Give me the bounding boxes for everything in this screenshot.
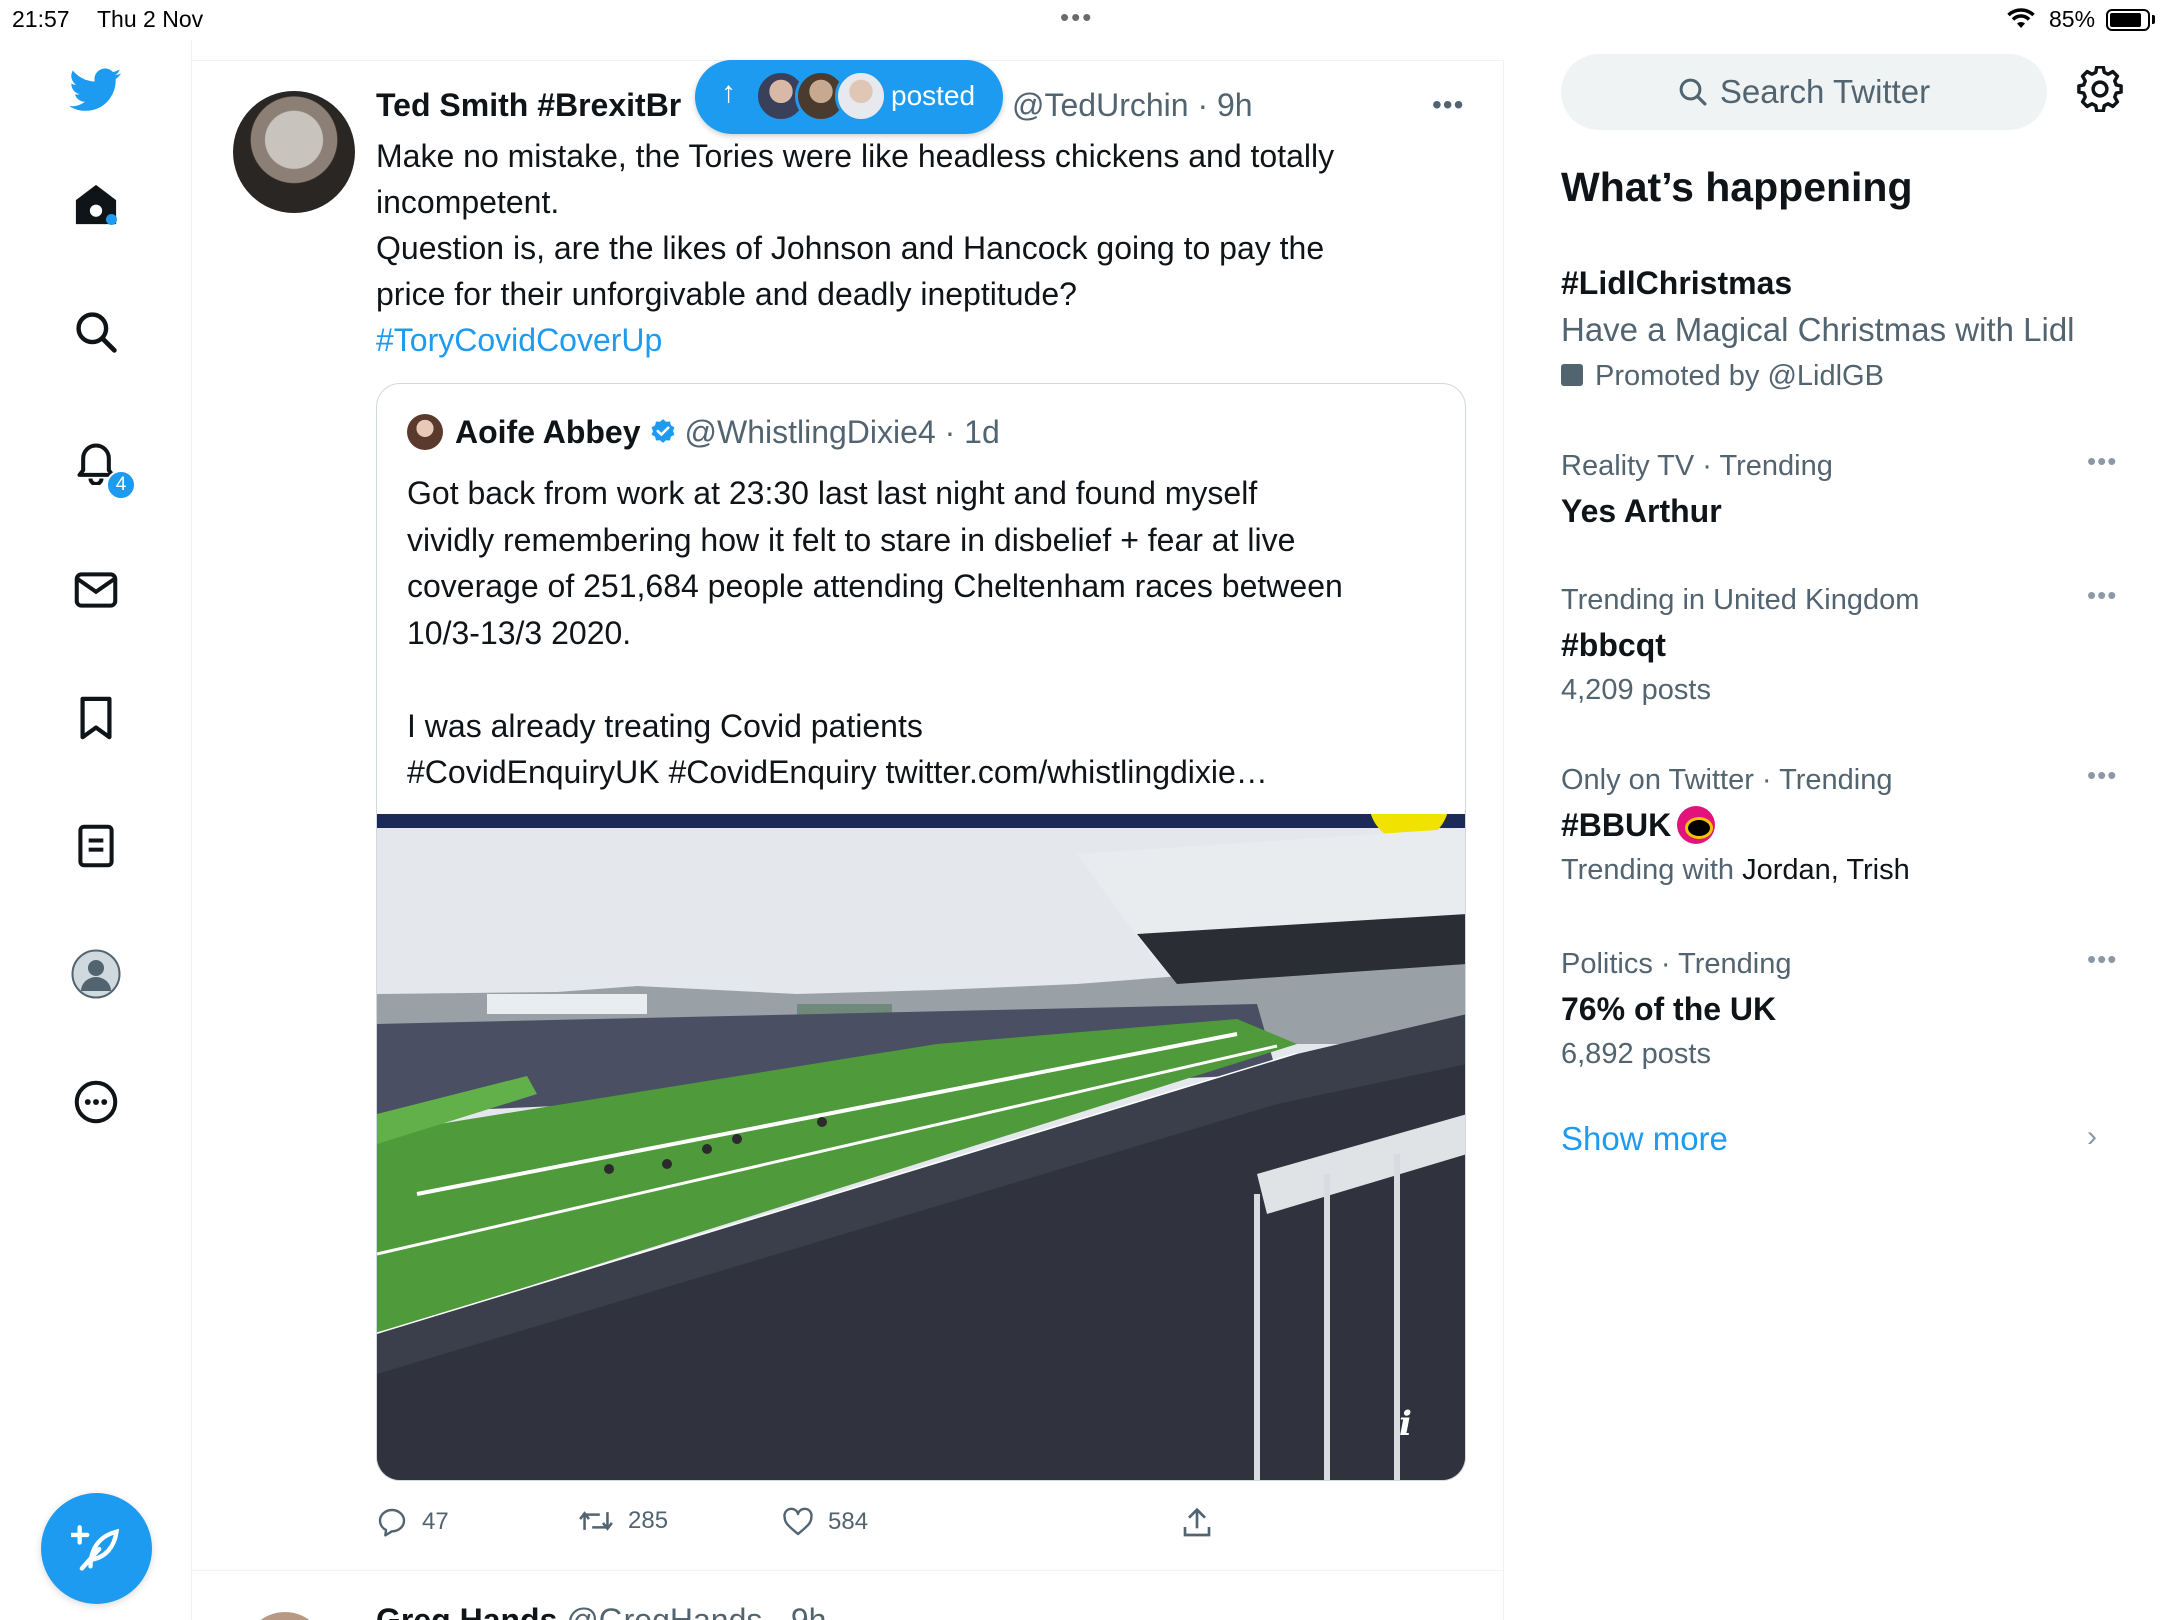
quote-media-image[interactable]: i xyxy=(377,814,1465,1480)
trend-title: 76% of the UK xyxy=(1561,991,1777,1027)
trend-title: #BBUK xyxy=(1561,802,2121,848)
quote-header: Aoife Abbey @WhistlingDixie4 · 1d xyxy=(407,410,1000,454)
chevron-right-icon[interactable]: › xyxy=(2087,1120,2097,1154)
promoted-trend-description: Have a Magical Christmas with Lidl xyxy=(1561,311,2075,348)
compose-tweet-button[interactable] xyxy=(41,1493,152,1604)
lists-icon[interactable] xyxy=(70,820,122,872)
trend-more-icon[interactable]: ••• xyxy=(2087,944,2117,975)
status-date: Thu 2 Nov xyxy=(97,6,204,32)
quote-author-handle: @WhistlingDixie4 · 1d xyxy=(684,413,1000,450)
reply-count: 47 xyxy=(422,1508,449,1535)
trend-item[interactable]: Only on Twitter · Trending #BBUK Trendin… xyxy=(1561,758,2121,892)
reply-button[interactable]: 47 xyxy=(376,1507,449,1537)
trend-meta: Only on Twitter · Trending xyxy=(1561,764,1893,796)
promoted-by-text: Promoted by @LidlGB xyxy=(1595,360,1884,392)
trend-related-prefix: Trending with xyxy=(1561,854,1743,886)
explore-search-icon[interactable] xyxy=(70,306,122,358)
tweet-hashtag-link[interactable]: #ToryCovidCoverUp xyxy=(376,322,662,358)
author-handle[interactable]: @TedUrchin · 9h xyxy=(1012,87,1253,124)
home-unread-dot xyxy=(106,214,117,225)
author-name[interactable]: Ted Smith #BrexitBr xyxy=(376,87,681,123)
pill-avatar xyxy=(835,70,887,122)
profile-icon[interactable] xyxy=(70,948,122,1000)
racecourse-photo xyxy=(377,814,1465,1480)
search-input[interactable]: Search Twitter xyxy=(1561,54,2047,130)
trend-item[interactable]: Politics · Trending 76% of the UK 6,892 … xyxy=(1561,942,2121,1076)
new-posts-pill[interactable]: ↑ posted xyxy=(695,60,1003,134)
trend-post-count: 6,892 posts xyxy=(1561,1038,1711,1070)
battery-fill xyxy=(2110,13,2141,27)
author-avatar[interactable] xyxy=(233,91,355,213)
search-icon xyxy=(1679,78,1707,106)
trend-meta: Trending in United Kingdom xyxy=(1561,584,1920,616)
quote-author-avatar xyxy=(407,414,443,450)
next-tweet-more-icon[interactable]: ••• xyxy=(1432,1612,1464,1620)
promoted-trend-title: #LidlChristmas xyxy=(1561,265,1793,301)
share-button[interactable] xyxy=(1182,1507,1226,1539)
wifi-icon xyxy=(2006,8,2036,36)
like-count: 584 xyxy=(828,1508,869,1535)
tweet-text: Make no mistake, the Tories were like he… xyxy=(376,138,1335,312)
retweet-icon xyxy=(579,1511,613,1531)
quote-text: Got back from work at 23:30 last last ni… xyxy=(407,475,1343,790)
trend-more-icon[interactable]: ••• xyxy=(2087,580,2117,611)
trend-title: #bbcqt xyxy=(1561,627,1666,663)
promoted-by: Promoted by @LidlGB xyxy=(1561,354,2121,398)
notification-count-badge: 4 xyxy=(106,470,136,500)
status-time: 21:57 xyxy=(12,6,70,32)
trend-more-icon[interactable]: ••• xyxy=(2087,760,2117,791)
next-author-name[interactable]: Greg Hands xyxy=(376,1602,557,1620)
show-more-link[interactable]: Show more xyxy=(1561,1120,1728,1158)
timeline[interactable]: Ted Smith #BrexitBr @TedUrchin · 9h ••• … xyxy=(192,60,1504,1620)
next-tweet[interactable]: Greg Hands @GregHands · 9h ••• xyxy=(192,1572,1503,1620)
whats-happening-title: What’s happening xyxy=(1561,164,1913,210)
retweet-button[interactable]: 285 xyxy=(578,1507,668,1535)
more-options-icon[interactable] xyxy=(70,1076,122,1128)
battery-icon xyxy=(2106,9,2150,31)
pill-label: posted xyxy=(891,80,976,111)
trend-meta: Reality TV · Trending xyxy=(1561,450,1833,482)
compose-feather-icon xyxy=(70,1524,119,1571)
reply-icon xyxy=(378,1508,406,1537)
media-info-icon[interactable]: i xyxy=(1399,1404,1412,1444)
share-icon xyxy=(1183,1507,1211,1537)
heart-icon xyxy=(783,1507,813,1536)
messages-envelope-icon[interactable] xyxy=(70,564,122,616)
battery-percent: 85% xyxy=(2049,6,2096,32)
multitasking-dots-icon[interactable]: ••• xyxy=(1060,2,1093,33)
trend-post-count: 4,209 posts xyxy=(1561,674,1711,706)
promoted-icon xyxy=(1561,364,1583,387)
trend-related: Trending with Jordan, Trish xyxy=(1561,848,2121,892)
search-placeholder: Search Twitter xyxy=(1719,73,1931,110)
left-navigation: 4 xyxy=(0,40,192,1620)
trend-title-text: #BBUK xyxy=(1561,807,1672,843)
trend-meta: Politics · Trending xyxy=(1561,948,1792,980)
right-sidebar: Search Twitter What’s happening #LidlChr… xyxy=(1505,40,2160,1620)
quote-author-name: Aoife Abbey xyxy=(455,413,641,450)
twitter-logo-icon[interactable] xyxy=(70,64,122,116)
next-tweet-header: Greg Hands @GregHands · 9h xyxy=(376,1602,826,1620)
big-brother-eye-icon xyxy=(1677,806,1716,844)
quoted-tweet[interactable]: Aoife Abbey @WhistlingDixie4 · 1d Got ba… xyxy=(376,383,1466,1481)
settings-gear-icon[interactable] xyxy=(2077,65,2123,117)
trend-related-names[interactable]: Jordan, Trish xyxy=(1742,854,1910,886)
status-bar: 21:57 Thu 2 Nov ••• 85% xyxy=(0,0,2160,40)
tweet-body: Make no mistake, the Tories were like he… xyxy=(376,133,1436,363)
verified-badge-icon xyxy=(649,418,677,446)
like-button[interactable]: 584 xyxy=(782,1507,868,1537)
retweet-count: 285 xyxy=(628,1507,669,1534)
trend-more-icon[interactable]: ••• xyxy=(2087,446,2117,477)
bookmarks-icon[interactable] xyxy=(70,692,122,744)
trend-title: Yes Arthur xyxy=(1561,493,1722,529)
trend-item[interactable]: Trending in United Kingdom #bbcqt 4,209 … xyxy=(1561,578,2121,712)
arrow-up-icon: ↑ xyxy=(721,76,736,109)
battery-tip xyxy=(2152,15,2155,24)
next-author-handle[interactable]: @GregHands · 9h xyxy=(566,1602,826,1620)
trend-item[interactable]: Reality TV · Trending Yes Arthur ••• xyxy=(1561,444,2121,534)
tweet-actions: 47 285 584 xyxy=(376,1507,1276,1547)
tweet-more-icon[interactable]: ••• xyxy=(1432,89,1464,121)
tweet[interactable]: Ted Smith #BrexitBr @TedUrchin · 9h ••• … xyxy=(192,61,1503,1571)
next-author-avatar[interactable] xyxy=(244,1612,326,1620)
promoted-trend[interactable]: #LidlChristmas Have a Magical Christmas … xyxy=(1561,260,2121,398)
